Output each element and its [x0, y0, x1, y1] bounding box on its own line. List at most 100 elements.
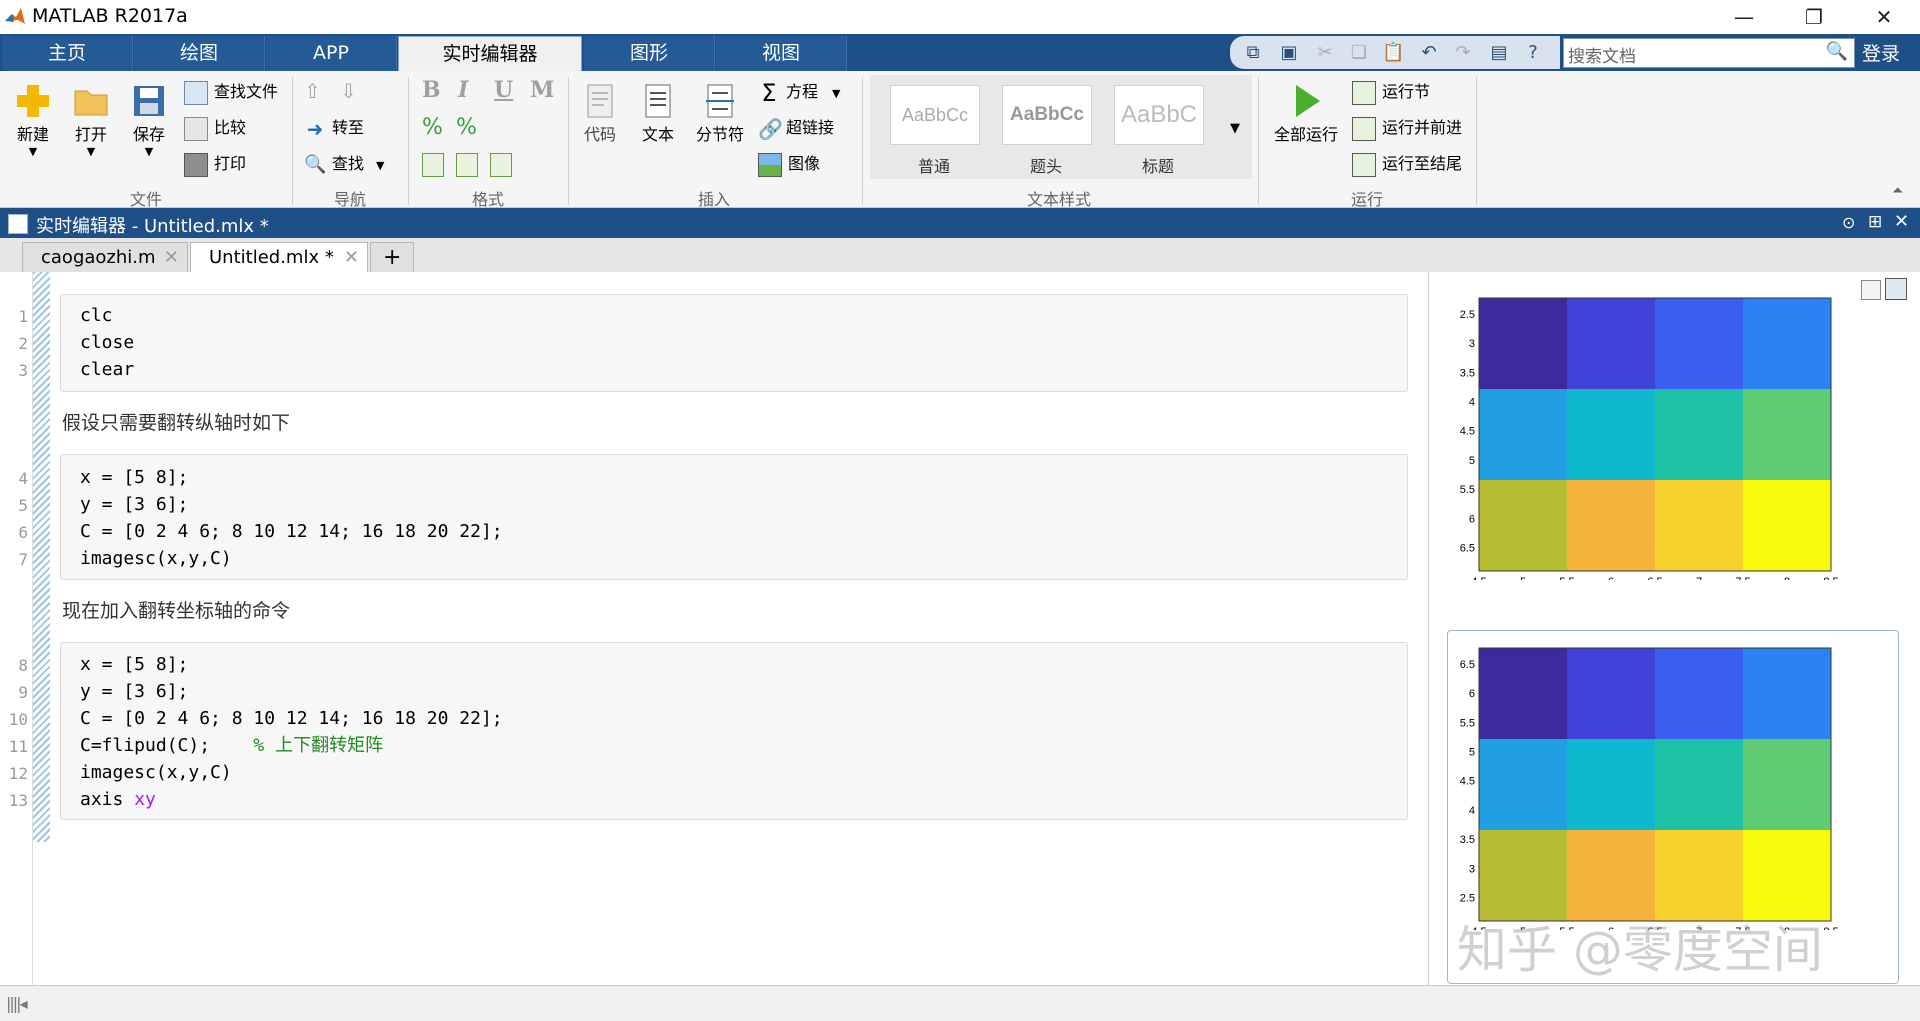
italic-button[interactable]: I	[458, 77, 468, 103]
style-heading-preview[interactable]: AaBbCc	[1002, 85, 1092, 145]
code-line[interactable]: close	[80, 329, 134, 356]
tab-plots[interactable]: 绘图	[134, 36, 265, 71]
increase-indent-icon[interactable]	[456, 153, 478, 177]
redo-icon[interactable]: ↷	[1452, 43, 1474, 63]
search-icon[interactable]: 🔍	[1826, 41, 1848, 62]
code-button[interactable]: 代码	[576, 81, 624, 145]
close-tab-icon[interactable]: ✕	[164, 243, 179, 273]
undock-icon[interactable]: ⊞	[1868, 212, 1882, 232]
y-tick-label: 3	[1469, 338, 1475, 350]
switch-windows-icon[interactable]: ▤	[1488, 43, 1510, 63]
undo-icon[interactable]: ↶	[1418, 43, 1440, 63]
goto-button[interactable]: ➜ 转至	[304, 115, 364, 141]
section-break-label: 分节符	[695, 125, 744, 144]
y-tick-label: 5.5	[1460, 717, 1475, 729]
up-arrow-icon[interactable]: ⇧	[304, 79, 321, 103]
line-number: 12	[8, 764, 28, 783]
cut-icon[interactable]: ✂	[1314, 43, 1336, 63]
monospace-button[interactable]: M	[530, 77, 554, 103]
indent-icon[interactable]	[422, 153, 444, 177]
heatmap-cell	[1567, 298, 1656, 390]
uncomment-icon[interactable]: %	[456, 115, 477, 140]
code-line[interactable]: axis xy	[80, 786, 156, 813]
equation-button[interactable]: Σ 方程 ▼	[758, 79, 840, 105]
close-window-button[interactable]: ✕	[1854, 0, 1914, 34]
run-advance-button[interactable]: 运行并前进	[1352, 115, 1462, 141]
code-line[interactable]: C=flipud(C); % 上下翻转矩阵	[80, 732, 383, 759]
save-disk-icon	[129, 81, 169, 121]
panel-menu-icon[interactable]: ⊙	[1842, 213, 1855, 232]
close-editor-icon[interactable]: ✕	[1894, 211, 1909, 232]
tab-home[interactable]: 主页	[2, 36, 133, 71]
live-editor-body[interactable]: 1 2 3 4 5 6 7 8 9 10 11 12 13 clc close …	[0, 272, 1428, 985]
run-all-button[interactable]: 全部运行	[1268, 81, 1344, 145]
collapse-ribbon-icon[interactable]: ⏶	[1892, 183, 1903, 199]
copy-icon[interactable]: ❏	[1348, 43, 1370, 63]
code-line[interactable]: C = [0 2 4 6; 8 10 12 14; 16 18 20 22];	[80, 518, 503, 545]
text-paragraph[interactable]: 假设只需要翻转纵轴时如下	[62, 408, 290, 435]
doc-tab-caogaozhi[interactable]: caogaozhi.m ✕	[22, 242, 188, 272]
decrease-indent-icon[interactable]	[490, 153, 512, 177]
new-window-icon[interactable]: ⧉	[1242, 43, 1264, 63]
search-documentation-box[interactable]: 搜索文档 🔍	[1563, 38, 1855, 68]
find-button[interactable]: 🔍 查找 ▼	[304, 151, 384, 177]
code-block[interactable]	[60, 454, 1408, 580]
bold-button[interactable]: B	[422, 77, 441, 103]
output-right-toggle-icon[interactable]	[1885, 278, 1907, 300]
minimize-button[interactable]: —	[1714, 0, 1774, 34]
save-button[interactable]: 保存 ▼	[124, 81, 174, 158]
style-normal-preview[interactable]: AaBbCc	[890, 85, 980, 145]
code-line[interactable]: clear	[80, 356, 134, 383]
code-line[interactable]: y = [3 6];	[80, 491, 188, 518]
hyperlink-button[interactable]: 🔗 超链接	[758, 115, 834, 141]
code-line[interactable]: x = [5 8];	[80, 464, 188, 491]
restore-button[interactable]: ❐	[1784, 0, 1844, 34]
image-button[interactable]: 图像	[758, 151, 820, 177]
underline-button[interactable]: U	[494, 77, 513, 103]
run-to-end-button[interactable]: 运行至结尾	[1352, 151, 1462, 177]
figure-output-1[interactable]: 2.5 3 3.5 4 4.5 5 5.5 6 6.5 4.5 5 5.5 6 6.5 7 7.5 8 8.5	[1449, 290, 1869, 588]
code-line[interactable]: imagesc(x,y,C)	[80, 545, 232, 572]
heatmap-cell	[1655, 648, 1744, 740]
text-paragraph[interactable]: 现在加入翻转坐标轴的命令	[62, 596, 290, 623]
code-block[interactable]	[60, 294, 1408, 392]
code-line[interactable]: C = [0 2 4 6; 8 10 12 14; 16 18 20 22];	[80, 705, 503, 732]
ribbon: 新建 ▼ 打开 ▼ 保存 ▼ 查找文件 比较 打印 文件 ⇧ ⇩ ➜ 转至 🔍 查找…	[0, 71, 1920, 209]
run-section-button[interactable]: 运行节	[1352, 79, 1430, 105]
line-number: 8	[18, 656, 28, 675]
style-gallery-dropdown-icon[interactable]: ▼	[1230, 121, 1240, 136]
tab-view[interactable]: 视图	[716, 36, 847, 71]
code-line[interactable]: imagesc(x,y,C)	[80, 759, 232, 786]
compare-button[interactable]: 比较	[184, 115, 246, 141]
find-files-button[interactable]: 查找文件	[184, 79, 278, 105]
doc-tab-untitled[interactable]: Untitled.mlx * ✕	[190, 242, 368, 272]
new-button[interactable]: 新建 ▼	[8, 81, 58, 158]
heatmap-cell	[1479, 298, 1568, 390]
editor-title-bar: 实时编辑器 - Untitled.mlx * ⊙ ⊞ ✕	[0, 208, 1920, 238]
figure-output-2[interactable]: 6.565.554.543.532.54.555.566.577.588.5	[1449, 640, 1869, 938]
tab-live-editor[interactable]: 实时编辑器	[398, 36, 582, 72]
find-magnifier-icon: 🔍	[304, 153, 327, 175]
close-tab-icon[interactable]: ✕	[344, 243, 359, 273]
tab-apps[interactable]: APP	[266, 36, 397, 71]
code-line[interactable]: x = [5 8];	[80, 651, 188, 678]
heatmap-cell	[1479, 648, 1568, 740]
tab-figure[interactable]: 图形	[584, 36, 715, 71]
down-arrow-icon[interactable]: ⇩	[340, 79, 357, 103]
print-button[interactable]: 打印	[184, 151, 246, 177]
section-break-button[interactable]: 分节符	[692, 81, 748, 145]
text-button[interactable]: 文本	[634, 81, 682, 145]
document-tabs: caogaozhi.m ✕ Untitled.mlx * ✕ +	[0, 238, 1920, 273]
login-link[interactable]: 登录	[1862, 39, 1900, 66]
help-icon[interactable]: ?	[1522, 43, 1544, 63]
save-icon[interactable]: ▣	[1278, 43, 1300, 63]
style-title-preview[interactable]: AaBbC	[1114, 85, 1204, 145]
code-line[interactable]: clc	[80, 302, 113, 329]
run-section-label: 运行节	[1382, 82, 1431, 101]
open-button[interactable]: 打开 ▼	[66, 81, 116, 158]
add-tab-button[interactable]: +	[370, 242, 414, 272]
resize-grip-icon[interactable]: ||||◂	[6, 994, 28, 1013]
percent-icon[interactable]: %	[422, 115, 443, 140]
code-line[interactable]: y = [3 6];	[80, 678, 188, 705]
paste-icon[interactable]: 📋	[1382, 43, 1404, 63]
